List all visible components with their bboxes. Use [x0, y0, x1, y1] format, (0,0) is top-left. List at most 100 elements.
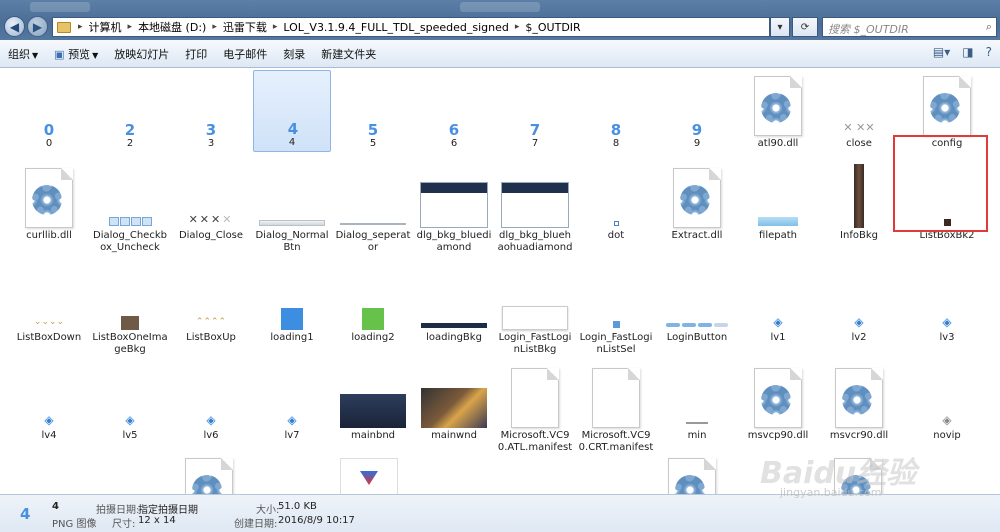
address-bar[interactable]: ▸ 计算机 ▸ 本地磁盘 (D:) ▸ 迅雷下载 ▸ LOL_V3.1.9.4_… [52, 17, 770, 37]
file-item[interactable]: Login_FastLoginListSel [577, 266, 655, 356]
file-item[interactable]: ◈ lv3 [908, 266, 986, 344]
burn-button[interactable]: 刻录 [283, 46, 305, 62]
address-dropdown-button[interactable]: ▾ [770, 17, 790, 37]
breadcrumb-item[interactable]: 迅雷下载 [220, 19, 270, 35]
search-input[interactable]: 搜索 $_OUTDIR ⌕ [822, 17, 997, 37]
file-name-label: Dialog_Checkbox_Uncheck [93, 230, 167, 253]
file-item[interactable]: 99 [658, 72, 736, 150]
file-item[interactable]: ⌃⌃⌃⌃ ListBoxUp [172, 266, 250, 344]
diamond-icon: ◈ [125, 413, 135, 427]
image-preview-thumbnail: 4 [20, 505, 31, 523]
file-item[interactable]: dlg_bkg_bluediamond [415, 164, 493, 254]
file-item[interactable]: Microsoft.VC90.ATL.manifest [496, 364, 574, 454]
file-item[interactable]: mainbnd [334, 364, 412, 442]
list-sel-thumbnail-icon [612, 321, 620, 328]
back-button[interactable]: ◀ [4, 16, 25, 37]
file-name-label: loadingBkg [426, 332, 482, 343]
file-name-label: mainbnd [350, 430, 396, 441]
slideshow-button[interactable]: 放映幻灯片 [114, 46, 169, 62]
preview-pane-icon[interactable]: ◨ [962, 45, 973, 59]
file-item[interactable]: ◈ lv7 [253, 364, 331, 442]
file-item[interactable]: Extract.dll [658, 164, 736, 242]
file-item[interactable]: msvcp90.dll [739, 364, 817, 442]
file-item[interactable]: 33 [172, 72, 250, 150]
file-item[interactable]: dot [577, 164, 655, 242]
breadcrumb-item[interactable]: $_OUTDIR [522, 21, 583, 34]
file-item[interactable]: 00 [10, 72, 88, 150]
list-bkg-thumbnail-icon [502, 306, 568, 330]
forward-button[interactable]: ▶ [27, 16, 48, 37]
file-view[interactable]: 0 0 2 2 3 3 4 4 5 5 6 6 7 7 8 8 9 9 atl90.dll ✕ ✕✕ close conf… [0, 68, 1000, 494]
file-item[interactable]: min [658, 364, 736, 442]
file-item[interactable]: ◈ novip [908, 364, 986, 442]
file-item[interactable]: 77 [496, 72, 574, 150]
png-thumbnail-icon: 7 [529, 121, 541, 139]
file-name-label: ListBoxUp [186, 332, 236, 343]
date-taken-value[interactable]: 指定拍摄日期 [138, 501, 198, 516]
minimize-thumbnail-icon [686, 422, 708, 424]
file-item[interactable]: ⌄⌄⌄⌄ ListBoxDown [10, 266, 88, 344]
file-item[interactable]: mainwnd [415, 364, 493, 442]
file-item[interactable]: ◈ lv2 [820, 266, 898, 344]
file-item[interactable]: ◈ lv6 [172, 364, 250, 442]
caret-down-icon: ▼ [92, 50, 99, 60]
file-item[interactable]: 44 [253, 70, 331, 152]
dot-thumbnail-icon [613, 221, 619, 226]
file-item[interactable]: InfoBkg [820, 164, 898, 242]
refresh-icon: ⟳ [800, 21, 810, 33]
file-name-label: lv5 [122, 430, 138, 441]
file-name-label: lv3 [939, 332, 955, 343]
file-item[interactable]: ◈ lv1 [739, 266, 817, 344]
png-thumbnail-icon: 6 [448, 121, 460, 139]
print-button[interactable]: 打印 [185, 46, 207, 62]
file-item[interactable]: loading2 [334, 266, 412, 344]
file-item[interactable]: 55 [334, 72, 412, 150]
new-folder-button[interactable]: 新建文件夹 [321, 46, 376, 62]
file-name-label: lv7 [284, 430, 300, 441]
file-item[interactable]: loading1 [253, 266, 331, 344]
file-name-label: dot [607, 230, 625, 241]
breadcrumb-item[interactable]: LOL_V3.1.9.4_FULL_TDL_speeded_signed [280, 21, 511, 34]
view-options-icon[interactable]: ▤▾ [933, 45, 950, 59]
file-item[interactable]: curllib.dll [10, 164, 88, 242]
help-icon[interactable]: ? [986, 45, 992, 59]
preview-menu[interactable]: ▣ 预览 ▼ [54, 46, 98, 62]
file-item[interactable]: 88 [577, 72, 655, 150]
separator-thumbnail-icon [340, 223, 406, 225]
breadcrumb-item[interactable]: 本地磁盘 (D:) [135, 19, 209, 35]
file-item[interactable]: 22 [91, 72, 169, 150]
file-item-partial[interactable] [185, 458, 263, 494]
email-button[interactable]: 电子邮件 [223, 46, 267, 62]
file-item[interactable]: atl90.dll [739, 72, 817, 150]
file-item[interactable]: Microsoft.VC90.CRT.manifest [577, 364, 655, 454]
file-name-label: Dialog_Close [178, 230, 244, 241]
file-name-label: LoginButton [666, 332, 728, 343]
refresh-button[interactable]: ⟳ [792, 17, 818, 37]
file-item-partial[interactable] [340, 458, 418, 494]
file-item[interactable]: ◈ lv5 [91, 364, 169, 442]
file-name-label: ListBoxOneImageBkg [92, 332, 168, 355]
file-item[interactable]: LoginButton [658, 266, 736, 344]
organize-menu[interactable]: 组织 ▼ [8, 46, 38, 62]
file-item[interactable]: Dialog_Checkbox_Uncheck [91, 164, 169, 254]
loading-thumbnail-icon [281, 308, 303, 330]
breadcrumb-item[interactable]: 计算机 [86, 19, 125, 35]
diamond-icon: ◈ [44, 413, 54, 427]
file-item[interactable]: msvcr90.dll [820, 364, 898, 442]
file-item[interactable]: 66 [415, 72, 493, 150]
file-item[interactable]: filepath [739, 164, 817, 242]
file-item[interactable]: ✕ ✕✕ close [820, 72, 898, 150]
file-item-partial[interactable] [668, 458, 746, 494]
file-item[interactable]: Login_FastLoginListBkg [496, 266, 574, 356]
diamond-icon: ◈ [287, 413, 297, 427]
file-name-label: 4 [288, 137, 296, 148]
file-item[interactable]: dlg_bkg_bluehaohuadiamond [496, 164, 574, 254]
file-name-label: InfoBkg [840, 230, 878, 241]
file-item[interactable]: Dialog_NormalBtn [253, 164, 331, 254]
file-item[interactable]: loadingBkg [415, 266, 493, 344]
file-item[interactable]: ListBoxOneImageBkg [91, 266, 169, 356]
loading-bkg-thumbnail-icon [421, 323, 487, 328]
file-item[interactable]: ✕✕✕✕ Dialog_Close [172, 164, 250, 242]
file-item[interactable]: Dialog_seperator [334, 164, 412, 254]
file-item[interactable]: ◈ lv4 [10, 364, 88, 442]
